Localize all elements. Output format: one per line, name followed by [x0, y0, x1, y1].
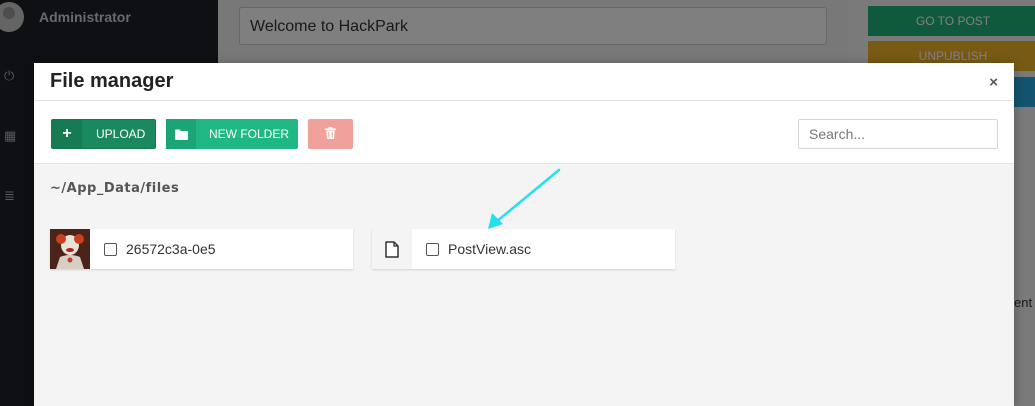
file-manager-modal: File manager × + UPLOAD NEW FOLDER ~/App… — [34, 63, 1014, 406]
modal-header: File manager × — [34, 63, 1014, 101]
file-icon — [372, 229, 412, 269]
toolbar: + UPLOAD NEW FOLDER — [34, 101, 1014, 164]
new-folder-label: NEW FOLDER — [209, 127, 290, 141]
file-item[interactable]: PostView.asc — [372, 229, 675, 269]
new-folder-button[interactable]: NEW FOLDER — [166, 119, 298, 149]
upload-button[interactable]: + UPLOAD — [51, 119, 156, 149]
folder-icon — [166, 119, 196, 149]
delete-button[interactable] — [308, 119, 353, 149]
plus-icon: + — [52, 120, 82, 148]
modal-title: File manager — [50, 70, 174, 92]
close-icon[interactable]: × — [989, 74, 998, 91]
search-input[interactable] — [798, 119, 998, 149]
file-name: 26572c3a-0e5 — [126, 241, 216, 257]
trash-icon — [325, 126, 336, 142]
file-checkbox[interactable] — [426, 242, 439, 256]
file-checkbox[interactable] — [104, 242, 117, 256]
upload-label: UPLOAD — [96, 127, 146, 141]
file-item[interactable]: 26572c3a-0e5 — [50, 229, 353, 269]
breadcrumb: ~/App_Data/files — [50, 181, 180, 196]
file-name: PostView.asc — [448, 241, 532, 257]
image-thumbnail — [50, 229, 90, 269]
